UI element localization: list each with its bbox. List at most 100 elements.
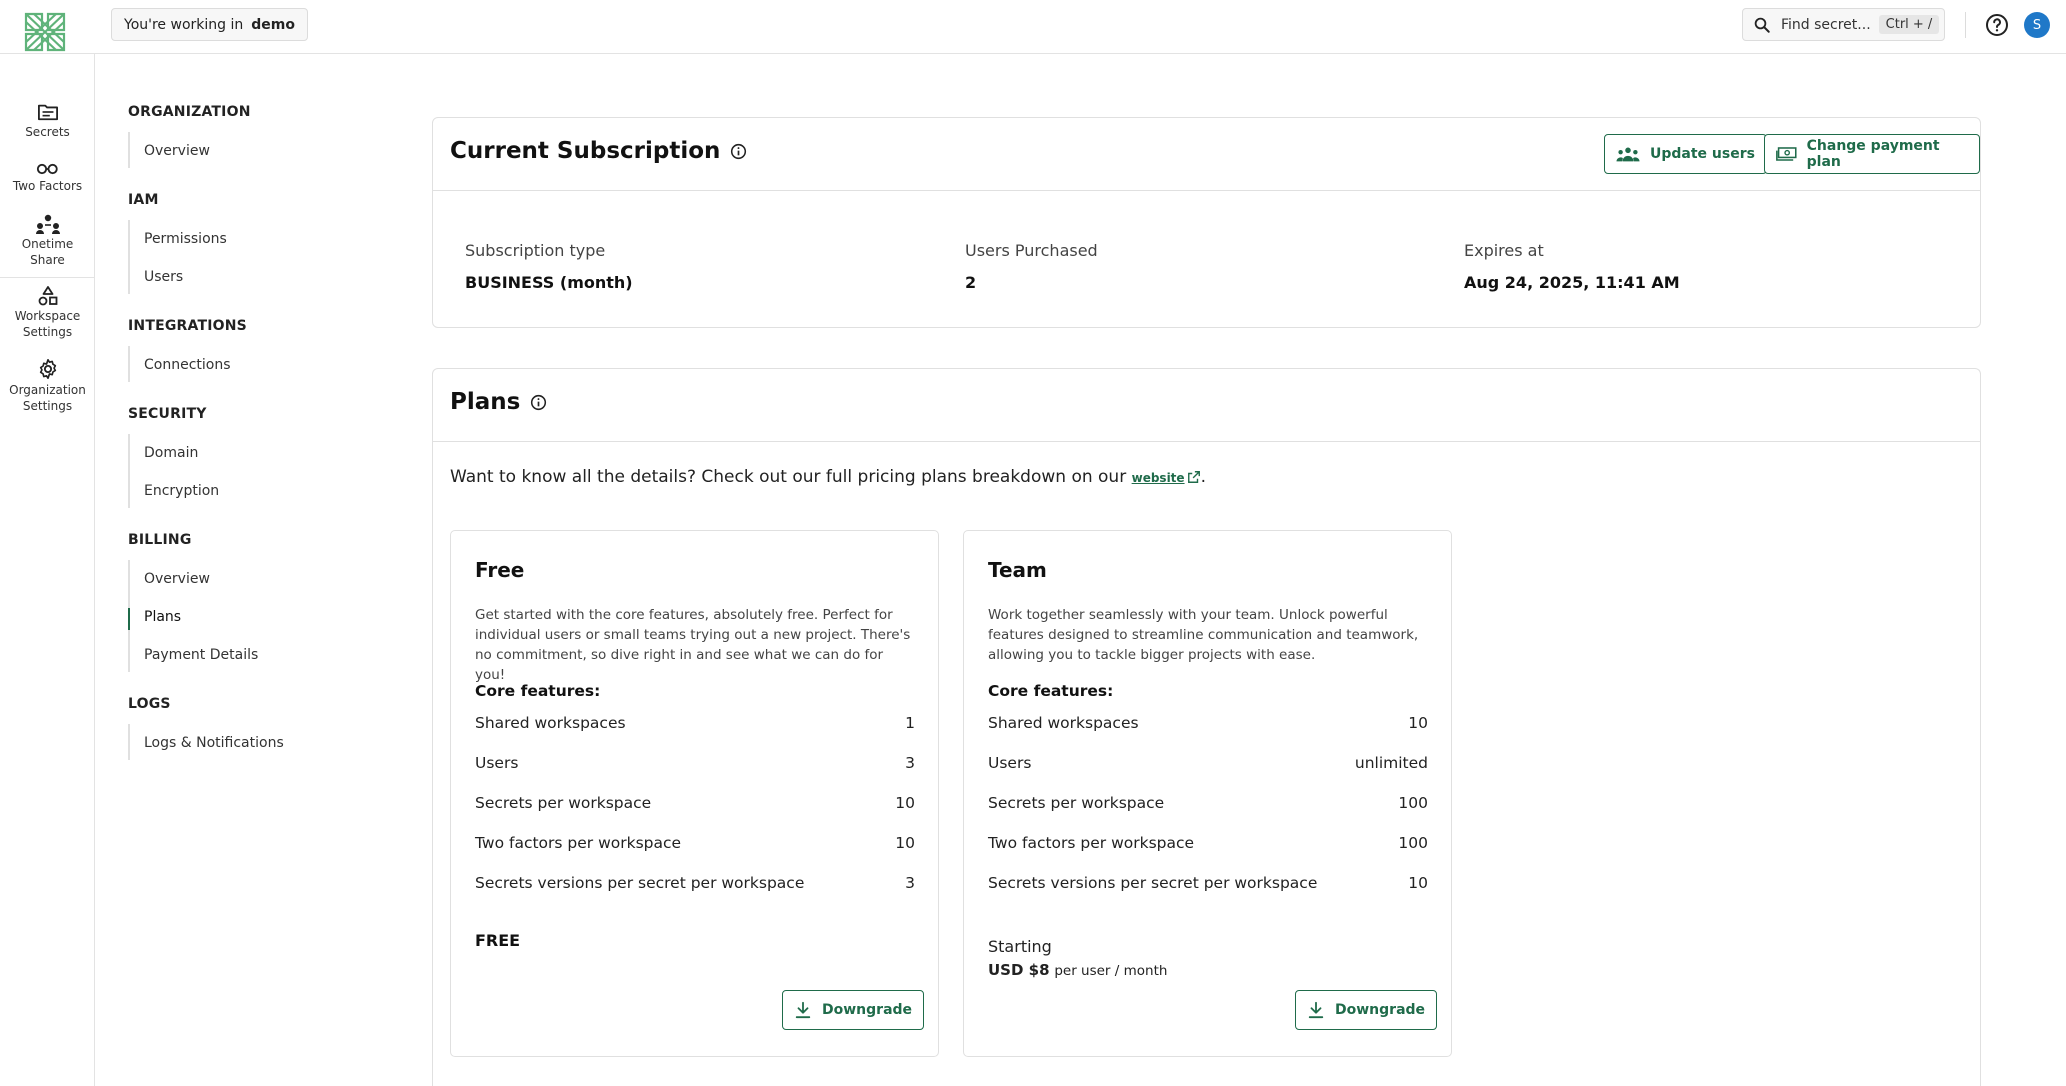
avatar[interactable]: S	[2024, 12, 2050, 38]
website-link-label: website	[1131, 471, 1185, 485]
subscription-type-value: BUSINESS (month)	[465, 273, 633, 292]
plan-description: Get started with the core features, abso…	[475, 607, 911, 683]
nav-item-encryption[interactable]: Encryption	[144, 483, 219, 499]
plan-description: Work together seamlessly with your team.…	[988, 607, 1419, 663]
core-features-label: Core features:	[475, 682, 601, 700]
users-icon	[1616, 147, 1640, 162]
downgrade-button[interactable]: Downgrade	[782, 990, 925, 1030]
feature-label: Secrets per workspace	[475, 794, 652, 812]
nav-line	[128, 434, 130, 508]
nav-item-connections[interactable]: Connections	[144, 357, 231, 373]
plans-card: Plans Want to know all the details? Chec…	[432, 368, 1981, 1086]
feature-row: Two factors per workspace 100	[988, 834, 1428, 852]
nav-section-organization: ORGANIZATION	[128, 104, 251, 120]
feature-row: Secrets per workspace 10	[475, 794, 915, 812]
feature-label: Shared workspaces	[475, 714, 626, 732]
rail-item-secrets[interactable]: Secrets	[0, 102, 95, 140]
rail-label-onetime: Onetime	[21, 237, 74, 251]
card-header: Plans	[433, 369, 1980, 442]
subscription-title: Current Subscription	[450, 138, 747, 164]
plan-name: Team	[988, 558, 1047, 582]
downgrade-label: Downgrade	[1335, 1002, 1426, 1018]
plans-title-text: Plans	[450, 389, 521, 415]
rail-item-workspace-settings[interactable]: Workspace Settings	[0, 286, 95, 340]
plan-price: FREE	[475, 931, 521, 950]
update-users-button[interactable]: Update users	[1604, 134, 1767, 174]
gear-icon	[39, 359, 56, 379]
nav-section-iam: IAM	[128, 192, 159, 208]
download-icon	[1308, 1001, 1324, 1019]
change-payment-plan-label: Change payment plan	[1806, 138, 1940, 170]
subscription-title-text: Current Subscription	[450, 138, 721, 164]
topbar-divider	[1965, 12, 1966, 38]
rail-divider	[0, 277, 95, 278]
folder-icon	[37, 104, 58, 121]
plans-intro-end: .	[1200, 467, 1206, 487]
update-users-label: Update users	[1650, 146, 1755, 162]
left-rail: Secrets Two Factors Onetime Share Worksp…	[0, 54, 95, 1086]
feature-label: Two factors per workspace	[988, 834, 1195, 852]
nav-item-org-overview[interactable]: Overview	[144, 143, 210, 159]
nav-item-users[interactable]: Users	[144, 269, 183, 285]
nav-item-payment-details[interactable]: Payment Details	[144, 647, 258, 663]
website-link[interactable]: website	[1132, 471, 1201, 485]
plan-card-team: Team Work together seamlessly with your …	[963, 530, 1452, 1057]
feature-value: 10	[895, 834, 915, 852]
info-icon[interactable]	[530, 394, 547, 411]
nav-line	[128, 346, 130, 382]
feature-row: Secrets versions per secret per workspac…	[988, 874, 1428, 892]
downgrade-label: Downgrade	[822, 1002, 913, 1018]
feature-label: Secrets versions per secret per workspac…	[475, 874, 805, 892]
feature-row: Users unlimited	[988, 754, 1428, 772]
feature-row: Secrets versions per secret per workspac…	[475, 874, 915, 892]
rail-item-two-factors[interactable]: Two Factors	[0, 162, 95, 194]
feature-row: Users 3	[475, 754, 915, 772]
share-users-icon	[35, 214, 60, 234]
downgrade-button[interactable]: Downgrade	[1295, 990, 1438, 1030]
nav-section-billing: BILLING	[128, 532, 192, 548]
money-icon	[1776, 147, 1797, 161]
current-subscription-card: Current Subscription Update users Change…	[432, 117, 1981, 328]
feature-value: unlimited	[1354, 754, 1428, 772]
nav-item-billing-overview[interactable]: Overview	[144, 571, 210, 587]
external-link-icon	[1187, 471, 1200, 483]
plans-intro-text: Want to know all the details? Check out …	[450, 467, 1127, 487]
feature-label: Shared workspaces	[988, 714, 1139, 732]
plan-card-free: Free Get started with the core features,…	[450, 530, 939, 1057]
help-icon[interactable]	[1985, 13, 2009, 37]
nav-line	[128, 724, 130, 760]
search-input[interactable]: Find secret... Ctrl + /	[1742, 8, 1945, 41]
workspace-switcher[interactable]: You're working in demo	[111, 8, 308, 41]
users-purchased-value: 2	[965, 273, 977, 292]
download-icon	[795, 1001, 811, 1019]
nav-section-security: SECURITY	[128, 406, 207, 422]
rail-label-workspace-settings: Settings	[22, 325, 73, 339]
top-bar: You're working in demo Find secret... Ct…	[0, 0, 2066, 54]
info-icon[interactable]	[730, 143, 747, 160]
nav-item-logs-notifications[interactable]: Logs & Notifications	[144, 735, 284, 751]
feature-label: Users	[988, 754, 1032, 772]
plan-starting-label: Starting	[988, 937, 1052, 956]
users-purchased-label: Users Purchased	[965, 241, 1098, 260]
rail-item-onetime-share[interactable]: Onetime Share	[0, 214, 95, 268]
expires-at-label: Expires at	[1464, 241, 1544, 260]
card-header: Current Subscription Update users Change…	[433, 118, 1980, 191]
feature-label: Two factors per workspace	[475, 834, 682, 852]
plan-price-amount: USD $8	[988, 961, 1050, 979]
subscription-type-label: Subscription type	[465, 241, 606, 260]
rail-label-secrets: Secrets	[25, 125, 70, 139]
nav-item-plans[interactable]: Plans	[144, 609, 181, 625]
feature-value: 1	[905, 714, 915, 732]
plans-intro: Want to know all the details? Check out …	[450, 467, 1206, 487]
nav-item-permissions[interactable]: Permissions	[144, 231, 227, 247]
change-payment-plan-button[interactable]: Change payment plan	[1764, 134, 1980, 174]
app-logo-icon[interactable]	[22, 10, 70, 54]
nav-line	[128, 220, 130, 294]
nav-line	[128, 132, 130, 168]
feature-value: 100	[1398, 834, 1428, 852]
search-shortcut: Ctrl + /	[1878, 15, 1940, 34]
rail-label-organization: Organization	[9, 383, 86, 397]
nav-item-domain[interactable]: Domain	[144, 445, 198, 461]
rail-label-workspace: Workspace	[14, 309, 81, 323]
rail-item-organization-settings[interactable]: Organization Settings	[0, 358, 95, 414]
